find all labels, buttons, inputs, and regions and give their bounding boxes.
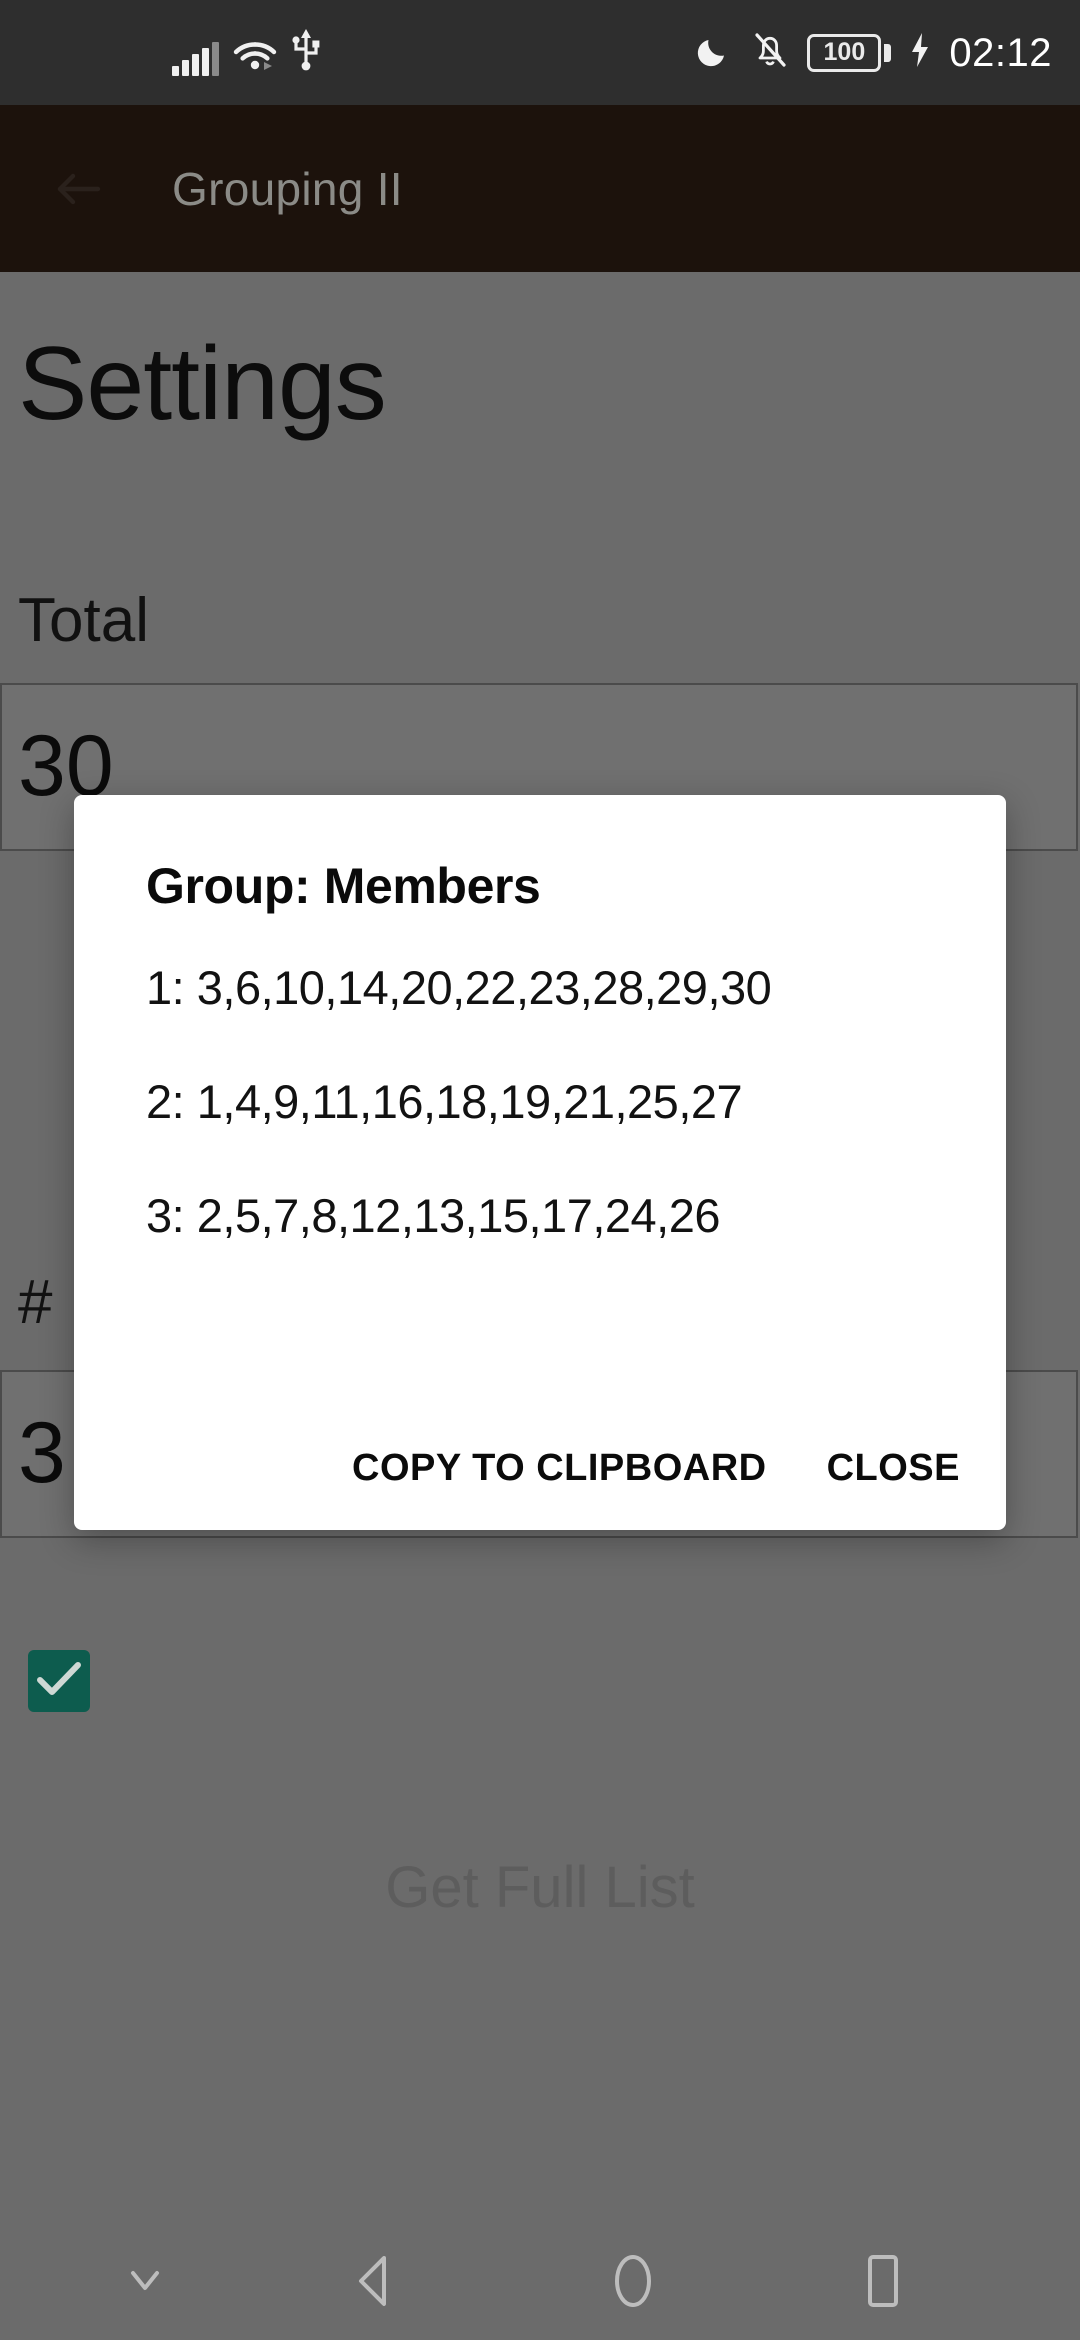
group-line: 2: 1,4,9,11,16,18,19,21,25,27 <box>146 1075 743 1128</box>
charging-bolt-icon <box>909 31 931 74</box>
group-members-dialog: Group: Members 1: 3,6,10,14,20,22,23,28,… <box>74 795 1006 1530</box>
group-line: 1: 3,6,10,14,20,22,23,28,29,30 <box>146 961 772 1014</box>
home-circle-icon[interactable] <box>548 2252 718 2310</box>
wifi-icon <box>233 35 277 76</box>
status-bar: 100 02:12 <box>0 0 1080 105</box>
copy-to-clipboard-button[interactable]: COPY TO CLIPBOARD <box>352 1447 767 1490</box>
cell-signal-icon <box>172 41 219 76</box>
settings-checkbox[interactable] <box>28 1650 90 1712</box>
chevron-down-icon[interactable] <box>60 2266 230 2296</box>
back-triangle-icon[interactable] <box>290 2253 460 2309</box>
usb-icon <box>291 27 321 76</box>
app-bar-title: Grouping II <box>172 162 403 215</box>
total-label: Total <box>18 586 149 655</box>
count-input-value: 3 <box>18 1405 66 1501</box>
moon-icon <box>695 31 733 74</box>
close-button[interactable]: CLOSE <box>827 1447 960 1490</box>
group-line: 3: 2,5,7,8,12,13,15,17,24,26 <box>146 1189 721 1242</box>
dialog-title: Group: Members <box>146 858 541 914</box>
bell-off-icon <box>751 30 789 75</box>
count-label: # <box>18 1268 53 1337</box>
back-arrow-icon[interactable] <box>56 169 101 209</box>
get-full-list-button[interactable]: Get Full List <box>0 1812 1080 1962</box>
app-bar: Grouping II <box>0 105 1080 272</box>
status-bar-right-icons: 100 02:12 <box>695 30 1052 75</box>
battery-level: 100 <box>823 38 866 66</box>
battery-icon: 100 <box>807 33 892 72</box>
status-bar-left-icons <box>172 27 321 76</box>
recents-square-icon[interactable] <box>798 2253 968 2309</box>
navigation-bar <box>0 2222 1080 2340</box>
page-title: Settings <box>18 326 387 442</box>
dialog-actions: COPY TO CLIPBOARD CLOSE <box>352 1447 960 1490</box>
status-bar-clock: 02:12 <box>949 30 1052 75</box>
